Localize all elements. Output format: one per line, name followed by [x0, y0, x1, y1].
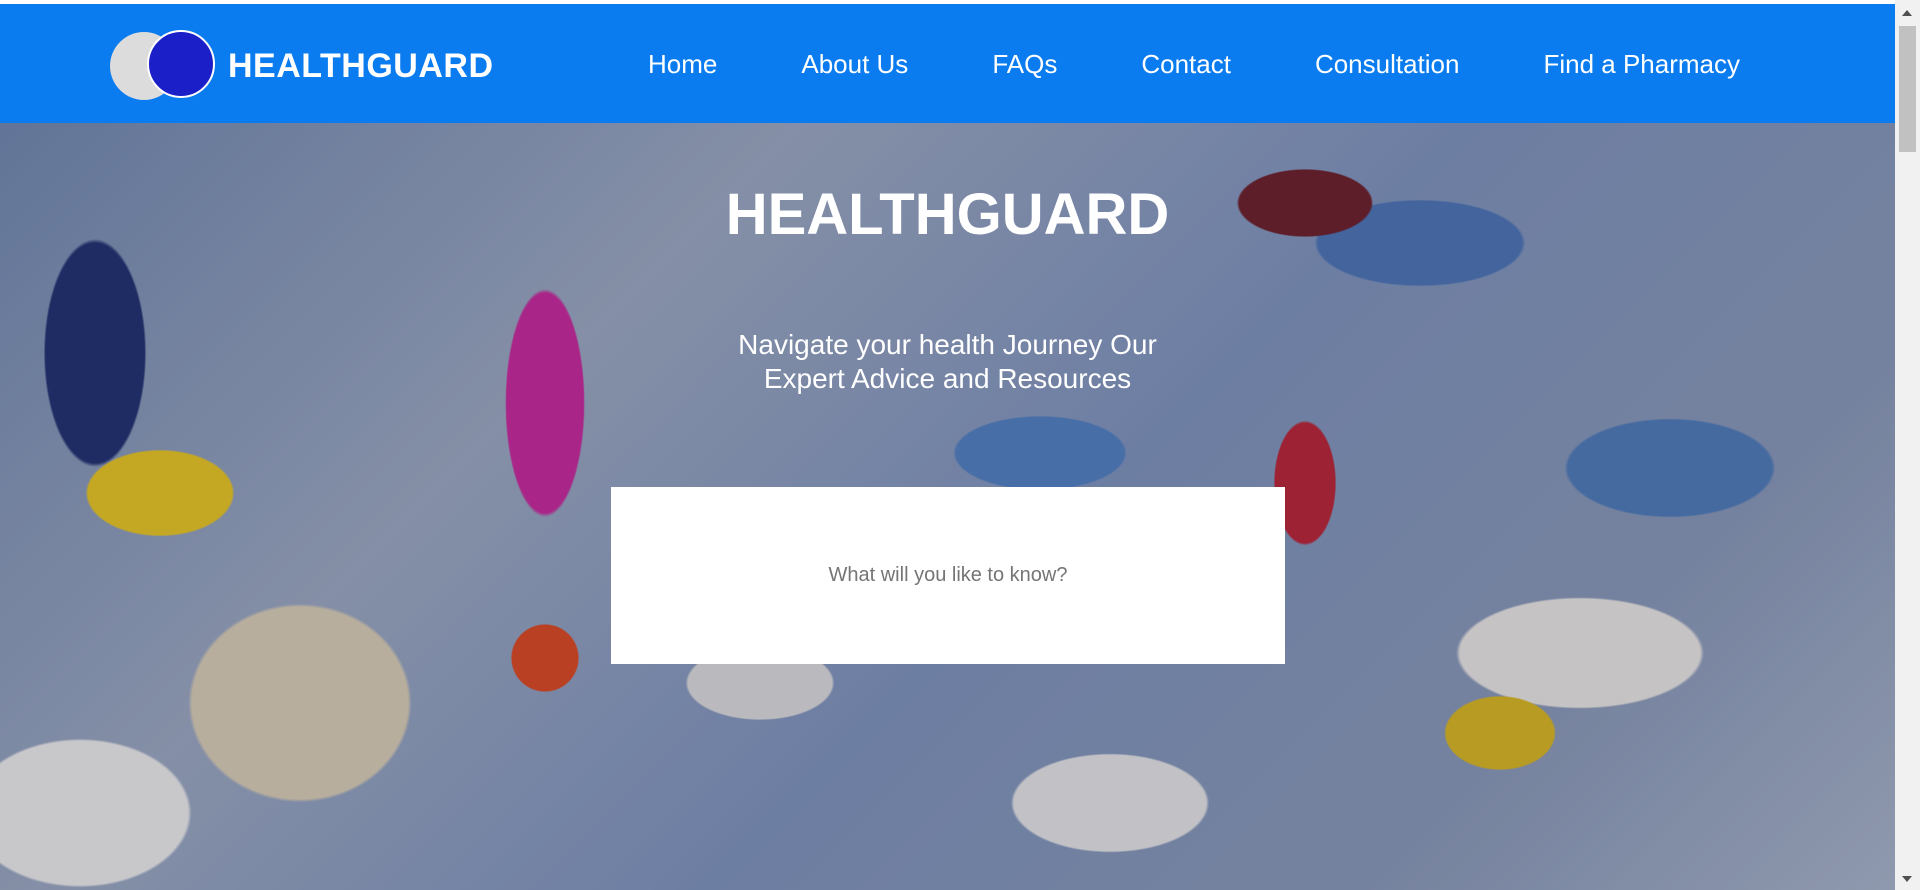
nav-contact[interactable]: Contact — [1141, 49, 1231, 80]
scroll-up-arrow-icon[interactable] — [1902, 10, 1912, 16]
hero-section: HEALTHGUARD Navigate your health Journey… — [0, 123, 1895, 890]
scrollbar-thumb[interactable] — [1899, 26, 1916, 152]
browser-viewport: HEALTHGUARD Home About Us FAQs Contact C… — [0, 0, 1895, 890]
hero-title: HEALTHGUARD — [725, 182, 1170, 247]
hero-subtitle-line-2: Expert Advice and Resources — [763, 363, 1132, 394]
navbar: HEALTHGUARD Home About Us FAQs Contact C… — [0, 4, 1895, 123]
nav-home[interactable]: Home — [648, 49, 717, 80]
search-box — [611, 487, 1285, 664]
logo-circle-icon — [147, 30, 215, 98]
nav-find-a-pharmacy[interactable]: Find a Pharmacy — [1543, 49, 1740, 80]
brand-name: HEALTHGUARD — [228, 47, 494, 85]
nav-about-us[interactable]: About Us — [801, 49, 908, 80]
nav-faqs[interactable]: FAQs — [992, 49, 1057, 80]
main-nav: Home About Us FAQs Contact Consultation … — [648, 49, 1740, 80]
nav-consultation[interactable]: Consultation — [1315, 49, 1460, 80]
brand-logo[interactable]: HEALTHGUARD — [110, 30, 493, 102]
vertical-scrollbar[interactable] — [1895, 0, 1920, 890]
hero-subtitle-line-1: Navigate your health Journey Our — [738, 329, 1157, 360]
scroll-down-arrow-icon[interactable] — [1902, 876, 1912, 882]
hero-subtitle: Navigate your health Journey Our Expert … — [0, 328, 1895, 396]
search-input[interactable] — [611, 563, 1285, 588]
